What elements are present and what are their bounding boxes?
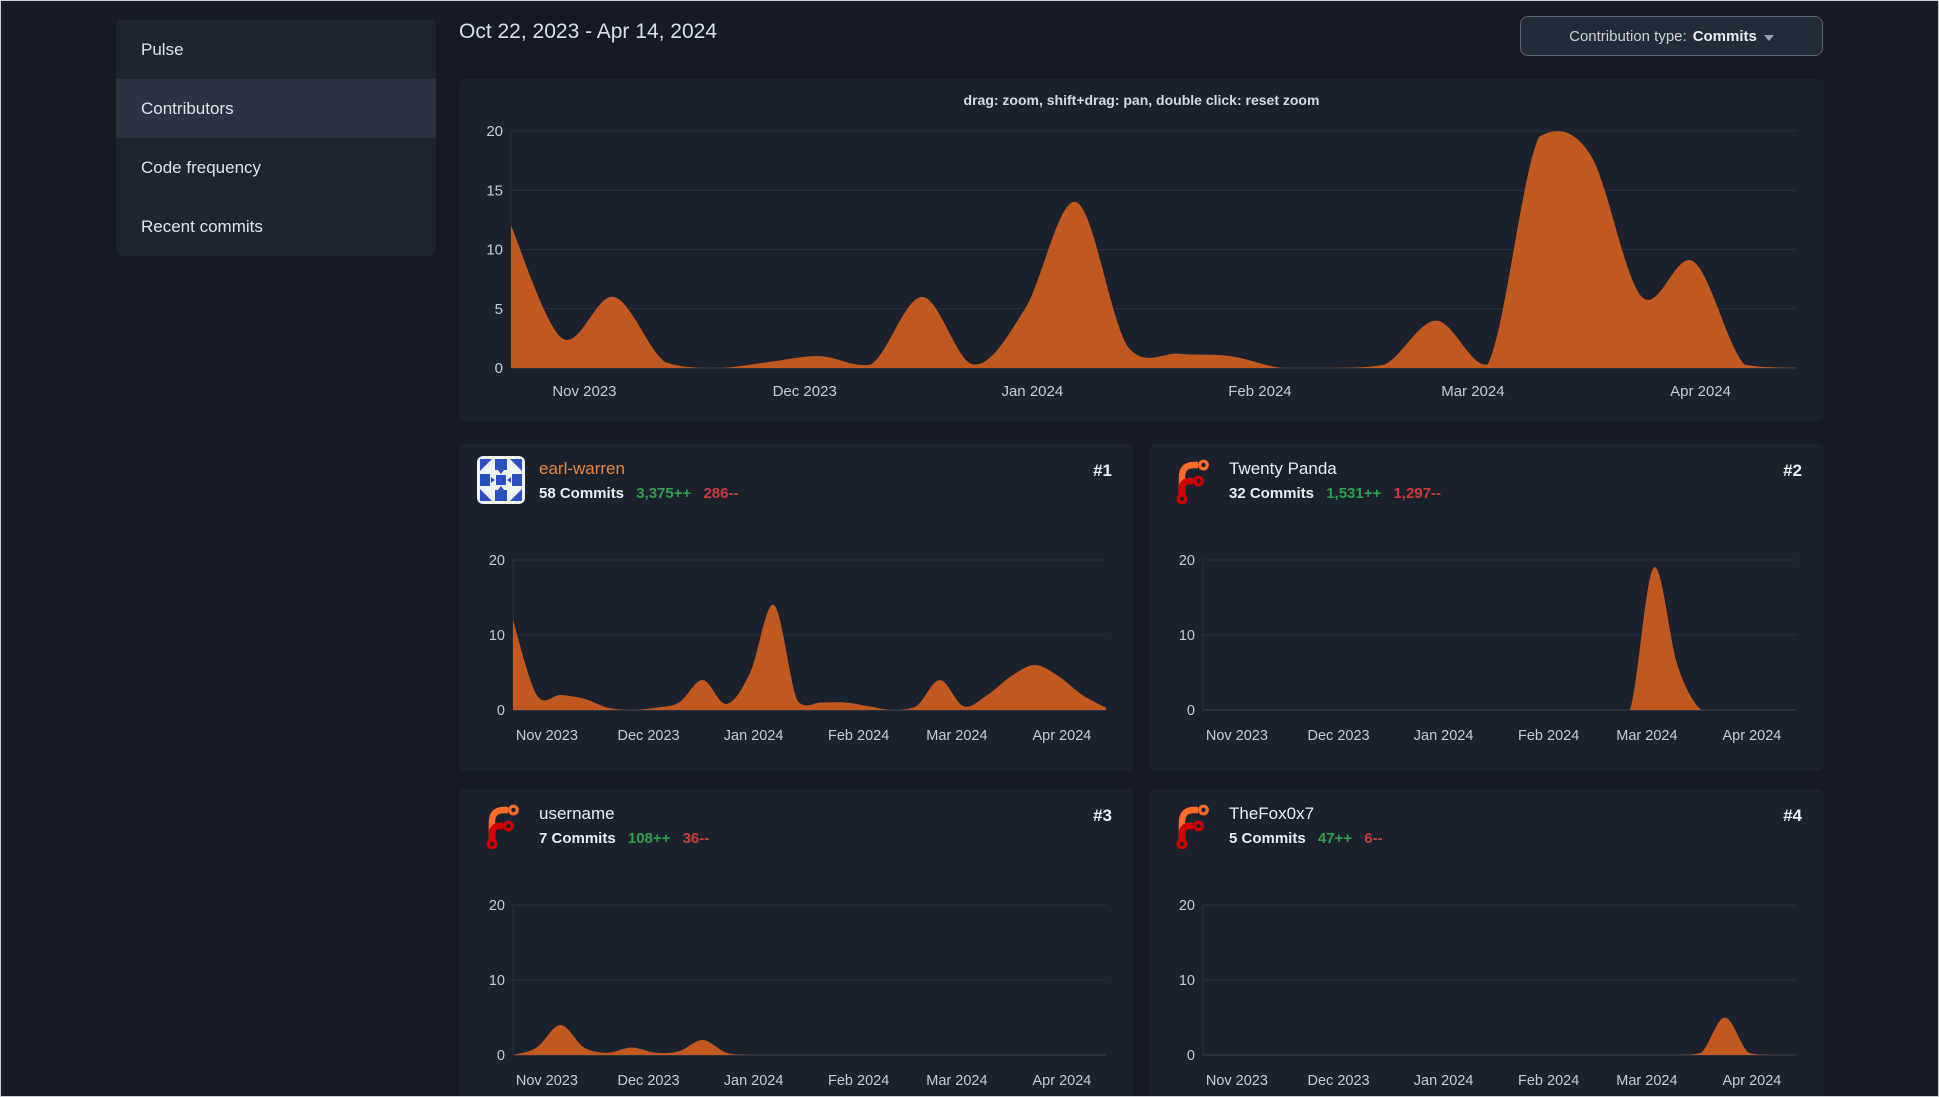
svg-text:20: 20 bbox=[489, 898, 505, 914]
contributor-stats: 5 Commits 47++ 6-- bbox=[1229, 830, 1383, 847]
contributor-card: username 7 Commits 108++ 36-- #3 0 10 20 No… bbox=[459, 789, 1134, 1097]
svg-text:Nov 2023: Nov 2023 bbox=[1206, 1073, 1268, 1089]
svg-text:Mar 2024: Mar 2024 bbox=[1616, 728, 1677, 744]
repo-activity-sidebar: Pulse Contributors Code frequency Recent… bbox=[116, 20, 436, 256]
svg-text:0: 0 bbox=[497, 703, 505, 719]
svg-text:0: 0 bbox=[497, 1048, 505, 1064]
svg-text:Dec 2023: Dec 2023 bbox=[618, 728, 680, 744]
date-range-title: Oct 22, 2023 - Apr 14, 2024 bbox=[459, 20, 718, 43]
forgejo-logo-avatar[interactable] bbox=[1167, 801, 1215, 849]
svg-text:Apr 2024: Apr 2024 bbox=[1723, 728, 1782, 744]
chart-zoom-hint: drag: zoom, shift+drag: pan, double clic… bbox=[963, 92, 1320, 108]
svg-text:10: 10 bbox=[489, 628, 505, 644]
forgejo-logo-avatar[interactable] bbox=[1167, 456, 1215, 504]
svg-text:5: 5 bbox=[495, 301, 503, 318]
contributor-rank-badge: #4 bbox=[1783, 806, 1802, 825]
contributor-area-chart[interactable]: 0 10 20 Nov 2023 Dec 2023 Jan 2024 Feb 2024 Mar… bbox=[459, 524, 1134, 759]
contributor-card: earl-warren 58 Commits 3,375++ 286-- #1 … bbox=[459, 444, 1134, 771]
contributor-name-link[interactable]: earl-warren bbox=[539, 459, 625, 479]
deletions-count: 36-- bbox=[682, 830, 710, 847]
svg-text:Mar 2024: Mar 2024 bbox=[926, 728, 987, 744]
svg-text:Jan 2024: Jan 2024 bbox=[1001, 383, 1063, 400]
contributor-name-link[interactable]: TheFox0x7 bbox=[1229, 804, 1314, 824]
svg-text:Feb 2024: Feb 2024 bbox=[828, 728, 889, 744]
svg-text:Dec 2023: Dec 2023 bbox=[773, 383, 837, 400]
main-activity-area-chart[interactable]: 0 5 10 15 20 Nov 2023 Dec 2023 Jan 2024 Feb 2024… bbox=[459, 119, 1824, 421]
contributor-area-chart[interactable]: 0 10 20 Nov 2023 Dec 2023 Jan 2024 Feb 2024 Mar… bbox=[459, 869, 1134, 1097]
svg-text:Mar 2024: Mar 2024 bbox=[1441, 383, 1504, 400]
contribution-type-label: Contribution type: bbox=[1569, 27, 1687, 45]
deletions-count: 286-- bbox=[703, 485, 739, 502]
svg-text:20: 20 bbox=[489, 553, 505, 569]
sidebar-item-pulse[interactable]: Pulse bbox=[116, 20, 436, 79]
contributor-rank-badge: #2 bbox=[1783, 461, 1802, 480]
svg-text:Dec 2023: Dec 2023 bbox=[1308, 728, 1370, 744]
svg-text:Jan 2024: Jan 2024 bbox=[1414, 1073, 1474, 1089]
svg-text:Dec 2023: Dec 2023 bbox=[618, 1073, 680, 1089]
contributor-name-link[interactable]: username bbox=[539, 804, 615, 824]
svg-text:10: 10 bbox=[486, 242, 503, 259]
svg-text:10: 10 bbox=[489, 973, 505, 989]
svg-text:20: 20 bbox=[1179, 898, 1195, 914]
svg-text:20: 20 bbox=[1179, 553, 1195, 569]
svg-text:Jan 2024: Jan 2024 bbox=[724, 728, 784, 744]
svg-text:Jan 2024: Jan 2024 bbox=[1414, 728, 1474, 744]
svg-text:15: 15 bbox=[486, 182, 503, 199]
contributor-stats: 58 Commits 3,375++ 286-- bbox=[539, 485, 738, 502]
avatar[interactable] bbox=[477, 456, 525, 504]
svg-text:Nov 2023: Nov 2023 bbox=[516, 728, 578, 744]
forgejo-logo-avatar[interactable] bbox=[477, 801, 525, 849]
svg-text:10: 10 bbox=[1179, 973, 1195, 989]
sidebar-item-code-frequency[interactable]: Code frequency bbox=[116, 138, 436, 197]
svg-text:Nov 2023: Nov 2023 bbox=[1206, 728, 1268, 744]
sidebar-item-contributors[interactable]: Contributors bbox=[116, 79, 436, 138]
svg-text:Feb 2024: Feb 2024 bbox=[828, 1073, 889, 1089]
additions-count: 1,531++ bbox=[1326, 485, 1382, 502]
contributor-stats: 7 Commits 108++ 36-- bbox=[539, 830, 709, 847]
contributor-rank-badge: #3 bbox=[1093, 806, 1112, 825]
contributor-card: TheFox0x7 5 Commits 47++ 6-- #4 0 10 20 Nov… bbox=[1149, 789, 1824, 1097]
main-activity-chart-panel: drag: zoom, shift+drag: pan, double clic… bbox=[459, 79, 1824, 421]
svg-text:10: 10 bbox=[1179, 628, 1195, 644]
additions-count: 3,375++ bbox=[636, 485, 692, 502]
contributor-stats: 32 Commits 1,531++ 1,297-- bbox=[1229, 485, 1441, 502]
svg-text:0: 0 bbox=[495, 360, 503, 377]
contribution-type-value: Commits bbox=[1692, 27, 1757, 45]
contributor-area-chart[interactable]: 0 10 20 Nov 2023 Dec 2023 Jan 2024 Feb 2024 Mar… bbox=[1149, 524, 1824, 759]
deletions-count: 6-- bbox=[1364, 830, 1383, 847]
svg-text:0: 0 bbox=[1187, 703, 1195, 719]
contributor-card: Twenty Panda 32 Commits 1,531++ 1,297-- … bbox=[1149, 444, 1824, 771]
contributor-name-link[interactable]: Twenty Panda bbox=[1229, 459, 1337, 479]
svg-text:20: 20 bbox=[486, 123, 503, 140]
svg-text:Apr 2024: Apr 2024 bbox=[1670, 383, 1731, 400]
svg-text:Feb 2024: Feb 2024 bbox=[1518, 728, 1579, 744]
sidebar-item-recent-commits[interactable]: Recent commits bbox=[116, 197, 436, 256]
commit-count: 7 Commits bbox=[539, 830, 616, 847]
svg-text:Mar 2024: Mar 2024 bbox=[926, 1073, 987, 1089]
chevron-down-icon bbox=[1763, 34, 1774, 41]
svg-text:Dec 2023: Dec 2023 bbox=[1308, 1073, 1370, 1089]
svg-text:Apr 2024: Apr 2024 bbox=[1033, 1073, 1092, 1089]
commit-count: 32 Commits bbox=[1229, 485, 1315, 502]
commit-count: 5 Commits bbox=[1229, 830, 1306, 847]
additions-count: 47++ bbox=[1317, 830, 1353, 847]
contributor-rank-badge: #1 bbox=[1093, 461, 1112, 480]
svg-text:Mar 2024: Mar 2024 bbox=[1616, 1073, 1677, 1089]
additions-count: 108++ bbox=[627, 830, 671, 847]
svg-text:0: 0 bbox=[1187, 1048, 1195, 1064]
deletions-count: 1,297-- bbox=[1393, 485, 1441, 502]
svg-text:Nov 2023: Nov 2023 bbox=[552, 383, 616, 400]
svg-text:Jan 2024: Jan 2024 bbox=[724, 1073, 784, 1089]
svg-text:Feb 2024: Feb 2024 bbox=[1228, 383, 1291, 400]
svg-text:Apr 2024: Apr 2024 bbox=[1033, 728, 1092, 744]
commit-count: 58 Commits bbox=[539, 485, 625, 502]
svg-text:Nov 2023: Nov 2023 bbox=[516, 1073, 578, 1089]
contribution-type-dropdown[interactable]: Contribution type: Commits bbox=[1520, 16, 1823, 56]
svg-text:Apr 2024: Apr 2024 bbox=[1723, 1073, 1782, 1089]
contributor-area-chart[interactable]: 0 10 20 Nov 2023 Dec 2023 Jan 2024 Feb 2024 Mar… bbox=[1149, 869, 1824, 1097]
svg-text:Feb 2024: Feb 2024 bbox=[1518, 1073, 1579, 1089]
contributors-page: Pulse Contributors Code frequency Recent… bbox=[0, 0, 1939, 1097]
